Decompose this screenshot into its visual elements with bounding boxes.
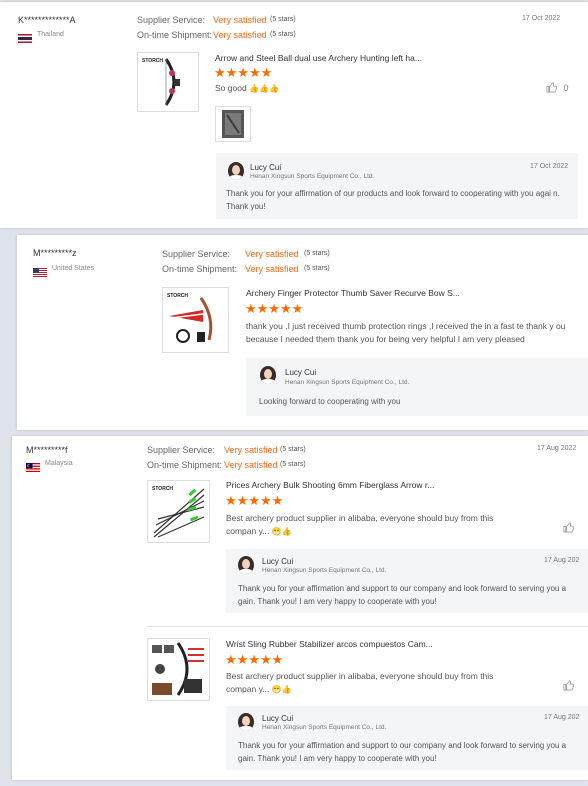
review-card: K*************A Thailand Supplier Servic… xyxy=(0,2,588,228)
product-thumbnail[interactable] xyxy=(147,638,210,701)
ontime-shipment-stars: (5 stars) xyxy=(304,265,330,272)
supplier-service-rating: Very satisfied xyxy=(213,15,267,25)
product-star-rating: ★★★★★ xyxy=(225,493,284,508)
comment-text: Best archery product supplier in alibaba… xyxy=(226,671,494,694)
ontime-shipment-stars: (5 stars) xyxy=(280,461,306,468)
seller-reply: Lucy Cui Henan Xingsun Sports Equipment … xyxy=(226,549,588,613)
comment-text: Best archery product supplier in alibaba… xyxy=(226,513,494,536)
ontime-shipment-label: On-time Shipment: xyxy=(162,264,238,274)
ontime-shipment-rating: Very satisfied xyxy=(245,264,299,274)
svg-text:STORCH: STORCH xyxy=(152,486,173,492)
like-button[interactable] xyxy=(563,680,575,691)
ontime-shipment-rating: Very satisfied xyxy=(224,460,278,470)
reply-text: Thank you for your affirmation of our pr… xyxy=(226,189,560,211)
svg-text:STORCH: STORCH xyxy=(142,58,163,64)
product-star-rating: ★★★★★ xyxy=(214,65,273,80)
supplier-service-rating: Very satisfied xyxy=(224,445,278,455)
thumbs-up-icon xyxy=(546,82,558,93)
product-star-rating: ★★★★★ xyxy=(245,301,304,316)
review-emoji: 😁👍 xyxy=(271,527,292,536)
reply-company: Henan Xingsun Sports Equipment Co., Ltd. xyxy=(262,567,387,574)
thumbs-up-emoji: 👍👍👍 xyxy=(249,84,279,93)
reply-name: Lucy Cui xyxy=(285,368,317,377)
review-comment: Best archery product supplier in alibaba… xyxy=(226,512,526,538)
buyer-name: K*************A xyxy=(18,15,76,25)
buyer-country: United States xyxy=(52,265,95,272)
svg-text:STORCH: STORCH xyxy=(167,293,188,299)
thailand-flag-icon xyxy=(18,30,32,43)
reply-date: 17 Oct 2022 xyxy=(530,163,569,170)
avatar xyxy=(238,556,254,574)
ontime-shipment-rating: Very satisfied xyxy=(213,30,267,40)
product-title-link[interactable]: Wrist Sling Rubber Stabilizer arcos comp… xyxy=(226,639,433,649)
reply-text: Thank you for your affirmation and suppo… xyxy=(238,741,567,763)
review-comment: Best archery product supplier in alibaba… xyxy=(226,670,526,696)
product-thumbnail[interactable]: STORCH xyxy=(147,480,210,543)
like-button[interactable] xyxy=(563,522,575,533)
review-comment: thank you ,I just received thumb protect… xyxy=(246,321,566,344)
reply-name: Lucy Cui xyxy=(250,163,282,172)
like-button[interactable]: 0 xyxy=(546,82,569,93)
supplier-service-label: Supplier Service: xyxy=(137,15,206,25)
product-thumbnail[interactable]: STORCH xyxy=(137,52,199,112)
avatar xyxy=(238,713,254,731)
review-card: M*********z United States Supplier Servi… xyxy=(17,235,588,430)
seller-reply: Lucy Cui Henan Xingsun Sports Equipment … xyxy=(226,706,588,770)
review-emoji: 😁👍 xyxy=(271,685,292,694)
product-title-link[interactable]: Archery Finger Protector Thumb Saver Rec… xyxy=(246,288,460,298)
buyer-name: M*********f xyxy=(26,445,68,455)
malaysia-flag-icon xyxy=(26,459,40,472)
reply-company: Henan Xingsun Sports Equipment Co., Ltd. xyxy=(262,724,387,731)
product-divider xyxy=(147,626,588,627)
thumbs-up-icon xyxy=(563,680,575,691)
ontime-shipment-label: On-time Shipment: xyxy=(137,30,213,40)
review-date: 17 Aug 2022 xyxy=(537,445,577,452)
buyer-name: M*********z xyxy=(33,248,77,258)
reply-name: Lucy Cui xyxy=(262,557,294,566)
review-date: 17 Oct 2022 xyxy=(522,15,561,22)
supplier-service-stars: (5 stars) xyxy=(304,250,330,257)
supplier-service-stars: (5 stars) xyxy=(270,16,296,23)
like-count: 0 xyxy=(563,83,569,93)
supplier-service-rating: Very satisfied xyxy=(245,249,299,259)
ontime-shipment-stars: (5 stars) xyxy=(270,31,296,38)
review-photo[interactable] xyxy=(215,106,251,142)
ontime-shipment-label: On-time Shipment: xyxy=(147,460,223,470)
seller-reply: Lucy Cui Henan Xingsun Sports Equipment … xyxy=(216,153,578,219)
reply-text: Thank you for your affirmation and suppo… xyxy=(238,584,567,606)
reply-company: Henan Xingsun Sports Equipment Co., Ltd. xyxy=(285,379,410,386)
reply-text: Looking forward to cooperating with you xyxy=(259,397,401,406)
thumbs-up-icon xyxy=(563,522,575,533)
avatar xyxy=(228,162,244,180)
reply-date: 17 Aug 202 xyxy=(544,714,580,721)
comment-text: So good xyxy=(215,83,247,93)
united-states-flag-icon xyxy=(33,264,47,277)
review-card: M*********f Malaysia Supplier Service: V… xyxy=(12,436,588,780)
reply-name: Lucy Cui xyxy=(262,714,294,723)
supplier-service-stars: (5 stars) xyxy=(280,446,306,453)
buyer-country: Malaysia xyxy=(45,460,73,467)
buyer-country: Thailand xyxy=(37,31,64,38)
reply-company: Henan Xingsun Sports Equipment Co., Ltd. xyxy=(250,173,375,180)
seller-reply: Lucy Cui Henan Xingsun Sports Equipment … xyxy=(246,358,588,416)
product-thumbnail[interactable]: STORCH xyxy=(162,287,229,353)
supplier-service-label: Supplier Service: xyxy=(147,445,216,455)
supplier-service-label: Supplier Service: xyxy=(162,249,231,259)
product-title-link[interactable]: Arrow and Steel Ball dual use Archery Hu… xyxy=(215,53,422,63)
avatar xyxy=(260,366,276,384)
review-comment: So good 👍👍👍 xyxy=(215,82,279,95)
reply-date: 17 Aug 202 xyxy=(544,557,580,564)
product-title-link[interactable]: Prices Archery Bulk Shooting 6mm Fibergl… xyxy=(226,480,434,490)
product-star-rating: ★★★★★ xyxy=(225,652,284,667)
